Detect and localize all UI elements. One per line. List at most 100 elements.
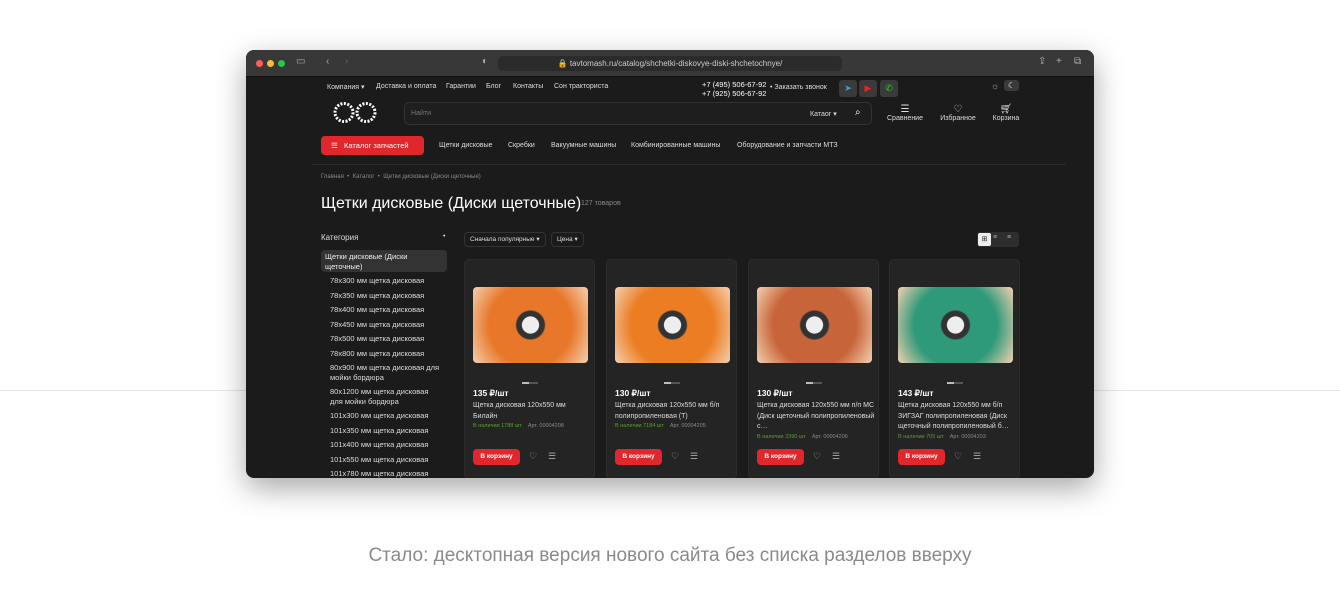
share-icon[interactable]: ⇪ — [1038, 56, 1046, 67]
product-card[interactable]: 143 ₽/шт Щетка дисковая 120x550 мм б/п З… — [889, 259, 1020, 478]
add-to-cart-button[interactable]: В корзину — [473, 449, 520, 465]
sidebar-item[interactable]: 80x900 мм щетка дисковая для мойки бордю… — [330, 363, 440, 383]
mainnav-combined[interactable]: Комбинированные машины — [631, 142, 720, 149]
topnav-company[interactable]: Компания ▾ — [327, 83, 365, 91]
shield-icon[interactable]: ◐ — [482, 56, 488, 67]
mainnav-brushes[interactable]: Щетки дисковые — [439, 142, 493, 149]
product-price: 130 ₽/шт — [757, 388, 793, 398]
image-pager[interactable] — [664, 382, 680, 384]
breadcrumb-catalog[interactable]: Каталог — [353, 174, 375, 180]
sidebar-item[interactable]: 78x450 мм щетка дисковая — [330, 320, 440, 330]
view-toggle: ⊞ ≡ ≡ — [977, 232, 1019, 247]
collapse-icon[interactable]: • — [443, 233, 445, 240]
add-to-cart-button[interactable]: В корзину — [615, 449, 662, 465]
image-pager[interactable] — [522, 382, 538, 384]
sidebar-item[interactable]: 101x300 мм щетка дисковая — [330, 411, 440, 421]
image-pager[interactable] — [947, 382, 963, 384]
search-icon[interactable]: ⌕ — [855, 107, 861, 118]
add-to-cart-button[interactable]: В корзину — [757, 449, 804, 465]
phones[interactable]: +7 (495) 506-67-92 +7 (925) 506-67-92 — [702, 80, 766, 98]
topnav-son[interactable]: Сон тракториста — [554, 83, 608, 90]
list-view-icon[interactable]: ≡ — [993, 234, 997, 241]
sidebar-item[interactable]: 101x780 мм щетка дисковая — [330, 469, 440, 478]
article-number: Арт. 00004203 — [949, 434, 986, 440]
article-number: Арт. 00004206 — [811, 434, 848, 440]
forward-icon[interactable]: › — [345, 56, 348, 67]
sidebar-item[interactable]: 101x550 мм щетка дисковая — [330, 455, 440, 465]
heart-icon[interactable]: ♡ — [529, 451, 537, 462]
sidebar-item[interactable]: 101x400 мм щетка дисковая — [330, 440, 440, 450]
back-icon[interactable]: ‹ — [326, 56, 329, 67]
grid-view-icon[interactable]: ⊞ — [978, 233, 991, 246]
new-tab-icon[interactable]: + — [1056, 56, 1062, 67]
product-card[interactable]: 130 ₽/шт Щетка дисковая 120x550 мм б/п п… — [606, 259, 737, 478]
compact-view-icon[interactable]: ≡ — [1007, 234, 1011, 241]
divider — [1094, 390, 1340, 391]
price-filter-select[interactable]: Цена ▾ — [551, 232, 584, 247]
sidebar-item[interactable]: 78x400 мм щетка дисковая — [330, 305, 440, 315]
product-image[interactable] — [898, 287, 1013, 363]
compare-button[interactable]: ☰ Сравнение — [887, 104, 923, 122]
topnav-guarantee[interactable]: Гарантии — [446, 83, 476, 90]
product-card[interactable]: 135 ₽/шт Щетка дисковая 120x550 мм Билай… — [464, 259, 595, 478]
sidebar-item[interactable]: 78x800 мм щетка дисковая — [330, 349, 440, 359]
tabs-icon[interactable]: ⧉ — [1074, 56, 1081, 67]
compare-icon[interactable]: ☰ — [832, 451, 840, 462]
sidebar-item-active[interactable]: Щетки дисковые (Диски щеточные) — [321, 250, 447, 272]
breadcrumb-current: Щетки дисковые (Диски щеточные) — [383, 174, 481, 180]
youtube-icon[interactable]: ▶ — [859, 80, 877, 97]
sidebar-icon[interactable]: ▭ — [296, 56, 305, 67]
sidebar-item[interactable]: 78x500 мм щетка дисковая — [330, 334, 440, 344]
callback-link[interactable]: • Заказать звонок — [770, 84, 827, 91]
mainnav-mtz[interactable]: Оборудование и запчасти МТЗ — [737, 142, 838, 149]
product-card[interactable]: 130 ₽/шт Щетка дисковая 120x550 мм п/п М… — [748, 259, 879, 478]
product-name[interactable]: Щетка дисковая 120x550 мм б/п полипропил… — [615, 401, 733, 422]
mainnav-vacuum[interactable]: Вакуумные машины — [551, 142, 616, 149]
product-image[interactable] — [757, 287, 872, 363]
sort-popular-select[interactable]: Сначала популярные ▾ — [464, 232, 546, 247]
sidebar-item[interactable]: 80x1200 мм щетка дисковая для мойки борд… — [330, 387, 440, 407]
product-name[interactable]: Щетка дисковая 120x550 мм Билайн — [473, 401, 591, 422]
topnav-delivery[interactable]: Доставка и оплата — [376, 83, 436, 90]
compare-icon[interactable]: ☰ — [548, 451, 556, 462]
topnav-blog[interactable]: Блог — [486, 83, 501, 90]
search-scope-select[interactable]: Катаог ▾ — [810, 110, 837, 118]
product-name[interactable]: Щетка дисковая 120x550 мм б/п ЗИГЗАГ пол… — [898, 401, 1016, 433]
telegram-icon[interactable]: ➤ — [839, 80, 857, 97]
whatsapp-icon[interactable]: ✆ — [880, 80, 898, 97]
favorites-button[interactable]: ♡ Избранное — [938, 104, 978, 122]
search-input[interactable]: Найти Катаог ▾ ⌕ — [404, 102, 872, 125]
heart-icon[interactable]: ♡ — [813, 451, 821, 462]
address-bar[interactable]: 🔒 tavtomash.ru/catalog/shchetki-diskovye… — [498, 56, 842, 71]
product-name[interactable]: Щетка дисковая 120x550 мм п/п МС (Диск щ… — [757, 401, 875, 433]
product-price: 130 ₽/шт — [615, 388, 651, 398]
compare-icon[interactable]: ☰ — [690, 451, 698, 462]
topnav-contacts[interactable]: Контакты — [513, 83, 543, 90]
product-image[interactable] — [615, 287, 730, 363]
caption: Стало: десктопная версия нового сайта бе… — [368, 545, 972, 566]
sidebar-item[interactable]: 101x350 мм щетка дисковая — [330, 426, 440, 436]
close-button[interactable] — [256, 60, 263, 67]
compare-icon[interactable]: ☰ — [973, 451, 981, 462]
heart-icon[interactable]: ♡ — [671, 451, 679, 462]
heart-icon[interactable]: ♡ — [954, 451, 962, 462]
cart-button[interactable]: 🛒︎ Корзина — [991, 104, 1021, 122]
maximize-button[interactable] — [278, 60, 285, 67]
catalog-button[interactable]: ☰ Каталог запчастей — [321, 136, 424, 155]
light-theme-icon[interactable]: ☼ — [991, 81, 999, 91]
article-number: Арт. 00004208 — [527, 423, 564, 429]
add-to-cart-button[interactable]: В корзину — [898, 449, 945, 465]
cart-icon: 🛒︎ — [999, 104, 1013, 115]
article-number: Арт. 00004205 — [669, 423, 706, 429]
sidebar-item[interactable]: 78x350 мм щетка дисковая — [330, 291, 440, 301]
sidebar-item[interactable]: 78x300 мм щетка дисковая — [330, 276, 440, 286]
browser-titlebar: ▭ ‹ › ◐ 🔒 tavtomash.ru/catalog/shchetki-… — [246, 50, 1094, 77]
minimize-button[interactable] — [267, 60, 274, 67]
dark-theme-icon[interactable]: ☾ — [1004, 80, 1019, 91]
image-pager[interactable] — [806, 382, 822, 384]
mainnav-scrapers[interactable]: Скребки — [508, 142, 535, 149]
breadcrumb-home[interactable]: Главная — [321, 174, 344, 180]
product-image[interactable] — [473, 287, 588, 363]
logo[interactable] — [332, 99, 378, 126]
category-heading[interactable]: Категория — [321, 233, 358, 242]
